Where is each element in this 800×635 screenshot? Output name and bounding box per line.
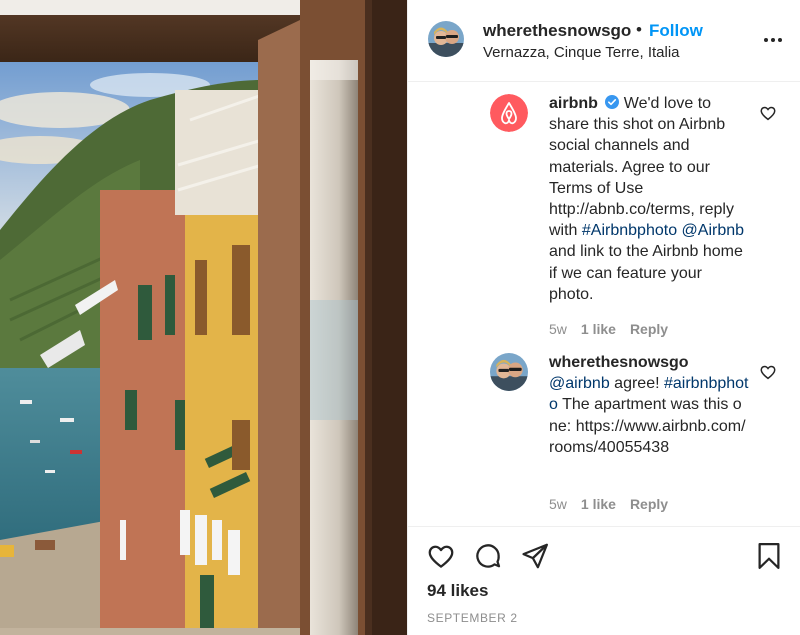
likes-count[interactable]: 94 likes xyxy=(427,581,488,601)
comment-age[interactable]: 5w xyxy=(549,496,567,512)
comments-list[interactable]: airbnb We'd love to share this shot on A… xyxy=(408,83,800,526)
reply-button[interactable]: Reply xyxy=(630,321,668,337)
author-avatar[interactable] xyxy=(428,21,464,57)
author-username[interactable]: wherethesnowsgo xyxy=(483,21,631,41)
comment-likes[interactable]: 1 like xyxy=(581,496,616,512)
bookmark-icon[interactable] xyxy=(754,541,784,571)
comment-text: We'd love to share this shot on Airbnb s… xyxy=(549,95,734,240)
comment-author[interactable]: wherethesnowsgo xyxy=(549,354,689,371)
comment-body: airbnb We'd love to share this shot on A… xyxy=(549,93,749,305)
hashtag-link[interactable]: #Airbnbphoto xyxy=(582,222,677,239)
comment-author[interactable]: airbnb xyxy=(549,95,598,112)
comment-like-heart-icon[interactable] xyxy=(759,104,777,122)
heart-icon[interactable] xyxy=(426,541,456,571)
share-icon[interactable] xyxy=(520,541,550,571)
comment-text: The apartment was this one: https://www.… xyxy=(549,396,746,456)
more-options-icon[interactable] xyxy=(758,27,788,51)
post-header: wherethesnowsgo • Follow Vernazza, Cinqu… xyxy=(408,0,800,82)
avatar-image xyxy=(490,353,528,391)
photo-image xyxy=(0,0,407,635)
separator-dot: • xyxy=(636,20,642,39)
comment-meta: 5w 1 like Reply xyxy=(549,496,682,512)
comment-like-heart-icon[interactable] xyxy=(759,363,777,381)
post-date: SEPTEMBER 2 xyxy=(427,611,518,625)
comment-text: agree! xyxy=(609,375,664,393)
airbnb-logo-icon xyxy=(490,94,528,132)
comment-text: and link to the Airbnb home if we can fe… xyxy=(549,243,743,303)
reply-button[interactable]: Reply xyxy=(630,496,668,512)
post-photo[interactable] xyxy=(0,0,407,635)
post-location[interactable]: Vernazza, Cinque Terre, Italia xyxy=(483,44,680,61)
comment-item: airbnb We'd love to share this shot on A… xyxy=(408,83,800,343)
comment-age[interactable]: 5w xyxy=(549,321,567,337)
comment-item: wherethesnowsgo @airbnb agree! #airbnbph… xyxy=(408,349,800,519)
comment-icon[interactable] xyxy=(473,541,503,571)
comment-meta: 5w 1 like Reply xyxy=(549,321,682,337)
avatar-image xyxy=(428,21,464,57)
post-panel: wherethesnowsgo • Follow Vernazza, Cinqu… xyxy=(407,0,800,635)
comment-likes[interactable]: 1 like xyxy=(581,321,616,337)
follow-button[interactable]: Follow xyxy=(649,21,703,41)
airbnb-avatar[interactable] xyxy=(490,94,528,132)
commenter-avatar[interactable] xyxy=(490,353,528,391)
mention-link[interactable]: @airbnb xyxy=(549,375,610,392)
verified-badge-icon xyxy=(605,94,620,109)
comment-body: wherethesnowsgo @airbnb agree! #airbnbph… xyxy=(549,352,749,458)
mention-link[interactable]: @Airbnb xyxy=(682,222,745,239)
post-actions: 94 likes SEPTEMBER 2 xyxy=(408,526,800,635)
